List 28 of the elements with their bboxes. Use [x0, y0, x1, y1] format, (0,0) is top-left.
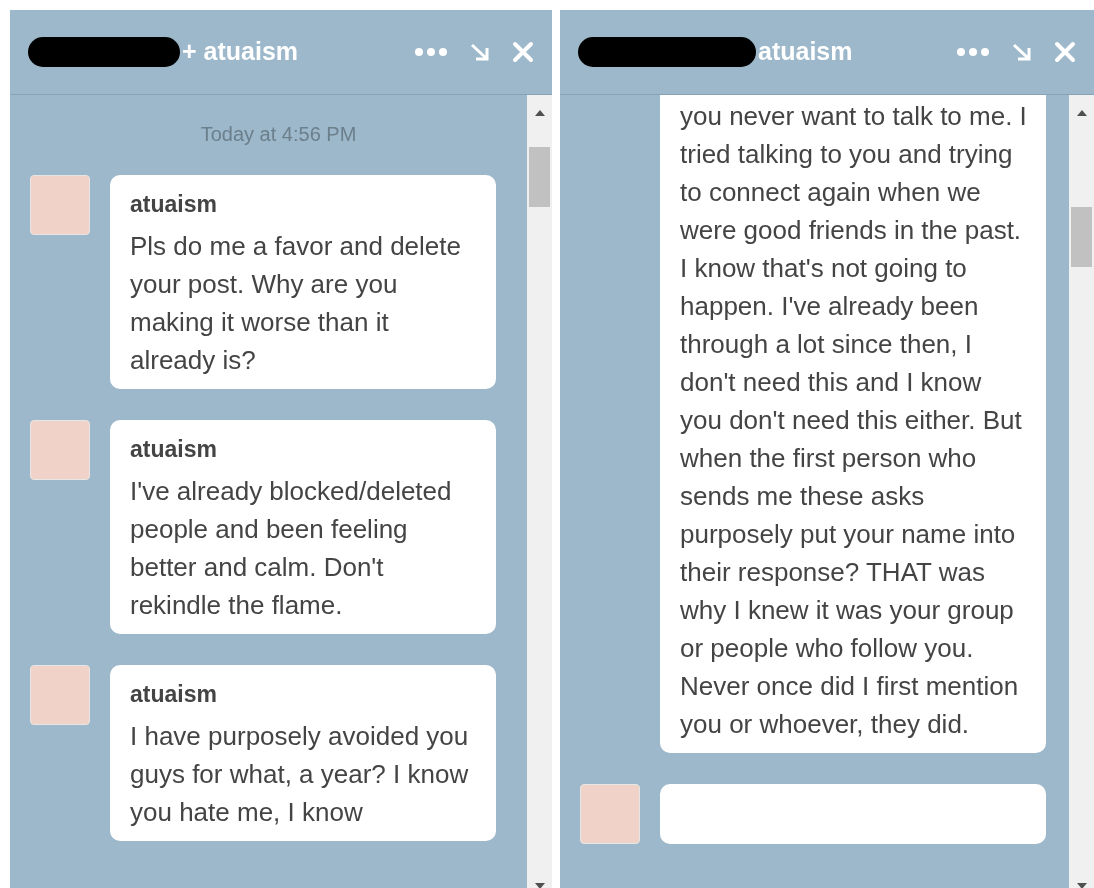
avatar-placeholder — [30, 420, 90, 480]
message-text: I have purposely avoided you guys for what, a year? I know you hate me, I know — [130, 720, 470, 829]
chat-title: atuaism — [758, 36, 853, 68]
more-icon[interactable] — [414, 47, 448, 57]
avatar-placeholder — [580, 784, 640, 844]
scroll-down-icon[interactable] — [1076, 882, 1087, 888]
chat-title: + atuaism — [182, 36, 299, 68]
scrollbar[interactable] — [527, 95, 552, 888]
message-text: I've already blocked/deleted people and been feeling better and calm. Don't rekindle the flame. — [130, 475, 453, 622]
sender-name: atuaism — [130, 435, 218, 464]
close-icon[interactable] — [512, 41, 534, 63]
minimize-icon[interactable] — [1012, 43, 1032, 61]
scrollbar[interactable] — [1069, 95, 1094, 888]
scrollbar-thumb[interactable] — [529, 147, 550, 207]
minimize-icon[interactable] — [470, 43, 490, 61]
message-text: Pls do me a favor and delete your post. Why are you making it worse than it already is? — [130, 230, 462, 377]
timestamp: Today at 4:56 PM — [199, 122, 358, 147]
more-icon[interactable] — [956, 47, 990, 57]
scrollbar-thumb[interactable] — [1071, 207, 1092, 267]
scroll-down-icon[interactable] — [534, 882, 545, 888]
avatar-placeholder — [30, 175, 90, 235]
scroll-up-icon[interactable] — [1076, 109, 1087, 117]
sender-name: atuaism — [130, 190, 218, 219]
message-text: you never want to talk to me. I tried talking to you and trying to connect again when we were good friends in the past. I know that's not going to happen. I've already been through a lot since then, I don't need this and I know you don't need this either. But when the first person who sends me these asks purposely put your name into their response? THAT was why I knew it was your group or people who follow you. Never once did I first mention you or whoever, they did. — [680, 100, 1028, 741]
sender-name: atuaism — [130, 680, 218, 709]
scroll-up-icon[interactable] — [534, 109, 545, 117]
avatar-placeholder — [30, 665, 90, 725]
close-icon[interactable] — [1054, 41, 1076, 63]
